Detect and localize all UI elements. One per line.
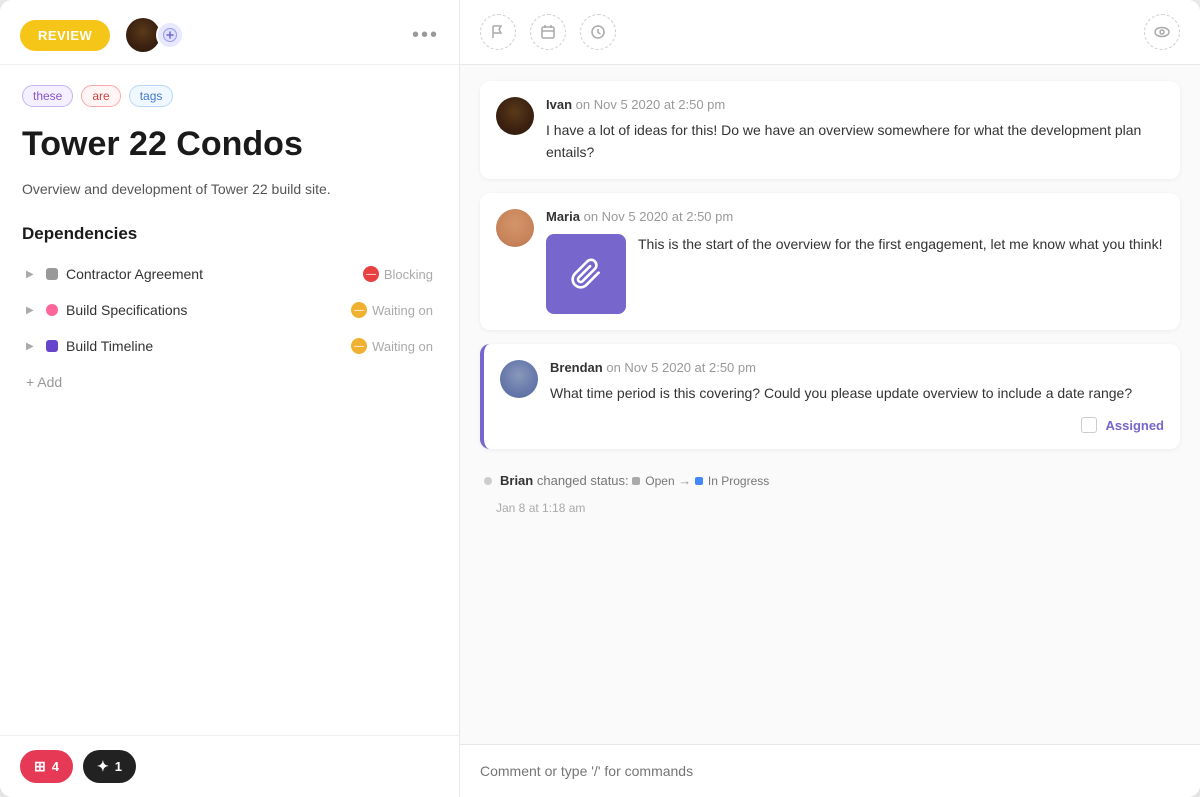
message-meta-brendan: Brendan on Nov 5 2020 at 2:50 pm xyxy=(550,360,1164,375)
message-meta-maria: Maria on Nov 5 2020 at 2:50 pm xyxy=(546,209,1164,224)
author-ivan: Ivan xyxy=(546,97,572,112)
avatar-user1 xyxy=(126,18,160,52)
blocking-icon: — xyxy=(363,266,379,282)
status-from: Open xyxy=(632,474,674,488)
dep-status: — Blocking xyxy=(363,266,433,282)
tag-are[interactable]: are xyxy=(81,85,120,107)
more-options-button[interactable]: ••• xyxy=(412,24,439,47)
notion-badge[interactable]: ⊞ 4 xyxy=(20,750,73,783)
dep-dot xyxy=(46,340,58,352)
calendar-button[interactable] xyxy=(530,14,566,50)
doc-description: Overview and development of Tower 22 bui… xyxy=(22,178,437,200)
dep-status-label: Waiting on xyxy=(372,339,433,354)
dependencies-title: Dependencies xyxy=(22,224,437,244)
doc-title: Tower 22 Condos xyxy=(22,125,437,164)
dep-status: — Waiting on xyxy=(351,302,433,318)
left-footer: ⊞ 4 ✦ 1 xyxy=(0,735,459,797)
dep-chevron-icon: ▶ xyxy=(26,269,38,280)
message-maria: Maria on Nov 5 2020 at 2:50 pm This is t… xyxy=(480,193,1180,330)
left-content: these are tags Tower 22 Condos Overview … xyxy=(0,65,459,735)
messages-area: Ivan on Nov 5 2020 at 2:50 pm I have a l… xyxy=(460,65,1200,744)
avatar-brendan xyxy=(500,360,538,398)
dep-status: — Waiting on xyxy=(351,338,433,354)
message-ivan: Ivan on Nov 5 2020 at 2:50 pm I have a l… xyxy=(480,81,1180,179)
notion-count: 4 xyxy=(52,759,59,774)
review-button[interactable]: REVIEW xyxy=(20,20,110,51)
comment-bar xyxy=(460,744,1200,797)
status-open-label: Open xyxy=(645,474,674,488)
right-header xyxy=(460,0,1200,65)
message-text-maria: This is the start of the overview for th… xyxy=(638,234,1162,256)
assigned-label: Assigned xyxy=(1105,418,1164,433)
message-text-ivan: I have a lot of ideas for this! Do we ha… xyxy=(546,120,1164,163)
timestamp-brendan: on Nov 5 2020 at 2:50 pm xyxy=(606,360,756,375)
status-change-text: Brian changed status: Open → In Progress xyxy=(500,473,769,488)
figma-badge[interactable]: ✦ 1 xyxy=(83,750,136,783)
dep-status-label: Waiting on xyxy=(372,303,433,318)
message-meta-ivan: Ivan on Nov 5 2020 at 2:50 pm xyxy=(546,97,1164,112)
dep-name: Contractor Agreement xyxy=(66,266,355,282)
add-dependency-button[interactable]: + Add xyxy=(22,366,66,398)
dep-dot xyxy=(46,268,58,280)
dependencies-list: ▶ Contractor Agreement — Blocking ▶ Buil… xyxy=(22,258,437,362)
author-brendan: Brendan xyxy=(550,360,603,375)
avatar-ivan xyxy=(496,97,534,135)
attachment-thumbnail[interactable] xyxy=(546,234,626,314)
arrow-icon: → xyxy=(678,473,695,488)
comment-input[interactable] xyxy=(480,759,1180,783)
figma-icon: ✦ xyxy=(97,758,109,775)
status-timestamp: Jan 8 at 1:18 am xyxy=(480,501,1180,515)
dependency-build-specifications[interactable]: ▶ Build Specifications — Waiting on xyxy=(22,294,437,326)
dep-name: Build Timeline xyxy=(66,338,343,354)
status-to: In Progress xyxy=(695,474,769,488)
left-panel: REVIEW ••• these are tags Tower 22 Condo… xyxy=(0,0,460,797)
dependency-contractor-agreement[interactable]: ▶ Contractor Agreement — Blocking xyxy=(22,258,437,290)
eye-button[interactable] xyxy=(1144,14,1180,50)
timestamp-maria: on Nov 5 2020 at 2:50 pm xyxy=(584,209,734,224)
status-dot xyxy=(484,477,492,485)
assigned-row: Assigned xyxy=(550,417,1164,433)
tags-row: these are tags xyxy=(22,85,437,107)
status-action: changed status: xyxy=(537,473,629,488)
author-maria: Maria xyxy=(546,209,580,224)
avatar-group xyxy=(126,18,184,52)
app-container: REVIEW ••• these are tags Tower 22 Condo… xyxy=(0,0,1200,797)
status-change-row: Brian changed status: Open → In Progress xyxy=(480,463,1180,515)
left-header: REVIEW ••• xyxy=(0,0,459,65)
message-attachment: This is the start of the overview for th… xyxy=(546,234,1164,314)
message-body-brendan: Brendan on Nov 5 2020 at 2:50 pm What ti… xyxy=(550,360,1164,433)
status-inprogress-label: In Progress xyxy=(708,474,769,488)
avatar-maria xyxy=(496,209,534,247)
clock-button[interactable] xyxy=(580,14,616,50)
open-dot xyxy=(632,477,640,485)
dependency-build-timeline[interactable]: ▶ Build Timeline — Waiting on xyxy=(22,330,437,362)
dep-chevron-icon: ▶ xyxy=(26,341,38,352)
dep-status-label: Blocking xyxy=(384,267,433,282)
status-author: Brian xyxy=(500,473,533,488)
message-body-ivan: Ivan on Nov 5 2020 at 2:50 pm I have a l… xyxy=(546,97,1164,163)
message-body-maria: Maria on Nov 5 2020 at 2:50 pm This is t… xyxy=(546,209,1164,314)
waiting-icon: — xyxy=(351,338,367,354)
flag-button[interactable] xyxy=(480,14,516,50)
message-text-brendan: What time period is this covering? Could… xyxy=(550,383,1164,405)
timestamp-ivan: on Nov 5 2020 at 2:50 pm xyxy=(576,97,726,112)
right-panel: Ivan on Nov 5 2020 at 2:50 pm I have a l… xyxy=(460,0,1200,797)
notion-icon: ⊞ xyxy=(34,758,46,775)
dep-name: Build Specifications xyxy=(66,302,343,318)
dep-chevron-icon: ▶ xyxy=(26,305,38,316)
figma-count: 1 xyxy=(115,759,122,774)
dep-dot xyxy=(46,304,58,316)
waiting-icon: — xyxy=(351,302,367,318)
inprogress-dot xyxy=(695,477,703,485)
message-brendan: Brendan on Nov 5 2020 at 2:50 pm What ti… xyxy=(480,344,1180,449)
tag-tags[interactable]: tags xyxy=(129,85,174,107)
status-change: Brian changed status: Open → In Progress xyxy=(480,463,1180,498)
add-user-button[interactable] xyxy=(156,21,184,49)
assigned-checkbox[interactable] xyxy=(1081,417,1097,433)
tag-these[interactable]: these xyxy=(22,85,73,107)
